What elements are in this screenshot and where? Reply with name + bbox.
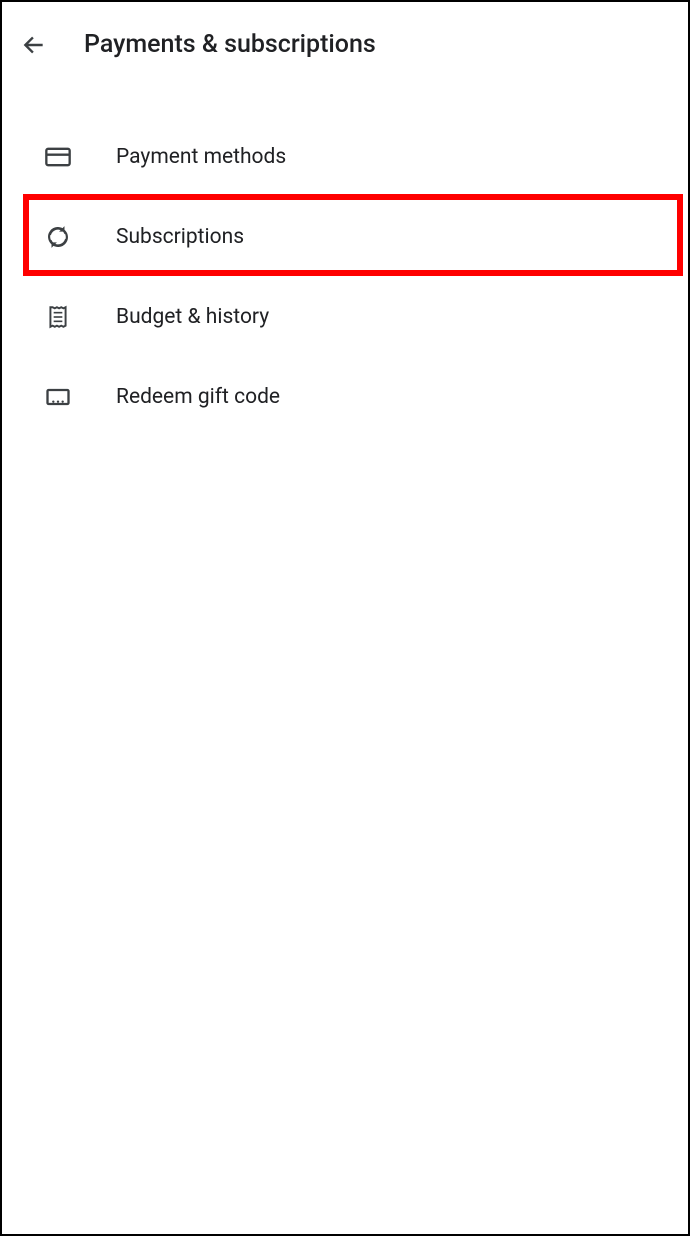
menu-item-label: Budget & history: [116, 305, 269, 329]
credit-card-icon: [44, 143, 72, 171]
menu-item-payment-methods[interactable]: Payment methods: [2, 117, 688, 197]
arrow-back-icon: [21, 32, 47, 58]
header: Payments & subscriptions: [2, 2, 688, 87]
menu-item-redeem-gift-code[interactable]: Redeem gift code: [2, 357, 688, 437]
refresh-icon: [44, 223, 72, 251]
back-button[interactable]: [20, 31, 48, 59]
receipt-icon: [44, 303, 72, 331]
menu-item-subscriptions[interactable]: Subscriptions: [2, 197, 688, 277]
menu-item-label: Subscriptions: [116, 225, 244, 249]
page-title: Payments & subscriptions: [84, 30, 376, 59]
menu-item-budget-history[interactable]: Budget & history: [2, 277, 688, 357]
menu-item-label: Payment methods: [116, 145, 286, 169]
menu-item-label: Redeem gift code: [116, 385, 280, 409]
menu-list: Payment methods Subscriptions Budget & h: [2, 87, 688, 437]
gift-code-icon: [44, 383, 72, 411]
